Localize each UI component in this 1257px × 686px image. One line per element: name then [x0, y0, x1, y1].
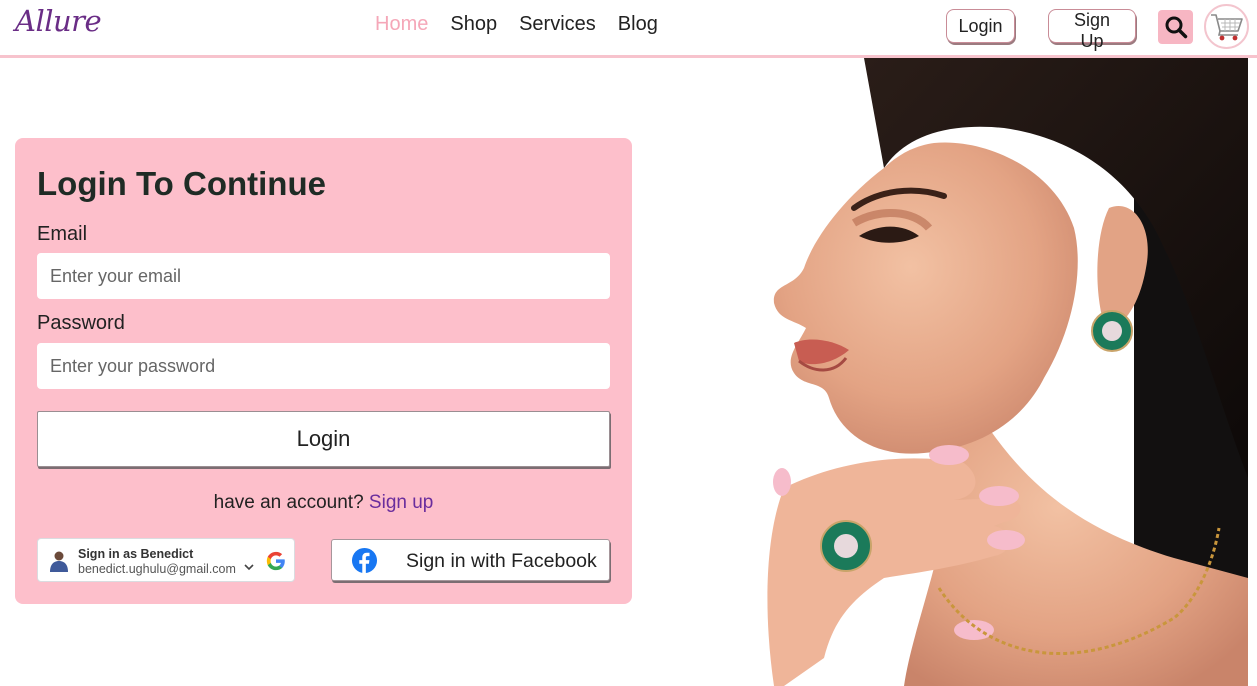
signup-link[interactable]: Sign up [369, 492, 433, 513]
password-input[interactable] [37, 343, 610, 389]
login-title: Login To Continue [37, 165, 326, 202]
user-avatar-icon [50, 551, 68, 572]
hero-model-image [654, 58, 1248, 686]
google-account-email: benedict.ughulu@gmail.com [78, 562, 236, 576]
facebook-signin-label: Sign in with Facebook [406, 550, 597, 572]
google-logo-icon [266, 551, 285, 571]
nav-link-home[interactable]: Home [375, 13, 428, 36]
navbar: Allure Home Shop Services Blog Login Sig… [0, 0, 1257, 58]
nav-link-shop[interactable]: Shop [450, 13, 497, 36]
chevron-down-icon [244, 564, 254, 571]
search-icon [1165, 16, 1187, 39]
google-signin-button[interactable]: Sign in as Benedict benedict.ughulu@gmai… [37, 538, 295, 582]
google-account-name: Sign in as Benedict [78, 547, 194, 561]
nav-signup-button[interactable]: Sign Up [1048, 9, 1136, 51]
shopping-cart-icon [1210, 13, 1243, 40]
signup-prompt-text: have an account? [213, 492, 364, 513]
facebook-signin-button[interactable]: Sign in with Facebook [331, 539, 610, 581]
facebook-icon [351, 547, 378, 574]
nav-link-services[interactable]: Services [519, 13, 596, 36]
signup-prompt: have an account? Sign up [15, 492, 632, 514]
login-card: Login To Continue Email Password Login h… [15, 138, 632, 604]
cart-button[interactable] [1204, 4, 1249, 49]
brand-logo[interactable]: Allure [15, 4, 102, 38]
nav-login-button[interactable]: Login [946, 9, 1015, 43]
login-submit-button[interactable]: Login [37, 411, 610, 467]
nav-link-blog[interactable]: Blog [618, 13, 658, 36]
password-label: Password [37, 312, 125, 334]
search-button[interactable] [1158, 10, 1193, 44]
email-label: Email [37, 223, 88, 245]
email-input[interactable] [37, 253, 610, 299]
nav-links: Home Shop Services Blog [375, 13, 658, 36]
